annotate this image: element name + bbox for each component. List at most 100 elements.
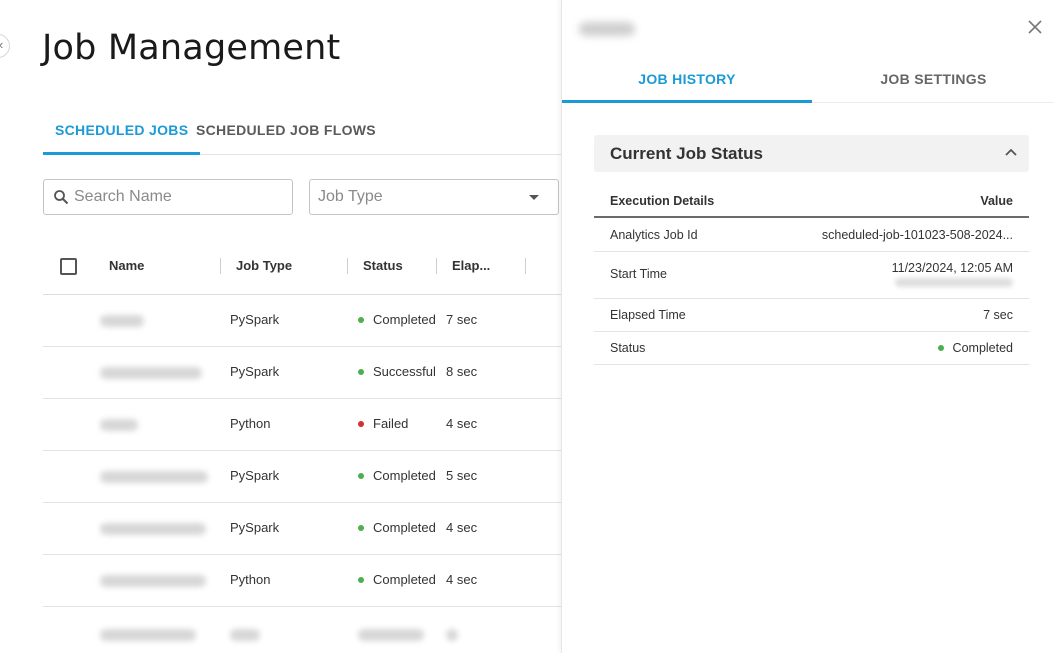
job-type-placeholder: Job Type bbox=[318, 188, 383, 205]
job-name-redacted bbox=[100, 367, 202, 379]
cell-cut-off bbox=[230, 629, 260, 641]
detail-value: Completed bbox=[952, 341, 1013, 355]
job-name-redacted bbox=[100, 523, 206, 535]
status-dot bbox=[358, 473, 364, 479]
column-header-job-type[interactable]: Job Type bbox=[236, 258, 292, 273]
detail-value-wrap: 11/23/2024, 12:05 AM bbox=[892, 261, 1013, 287]
job-name-redacted bbox=[100, 575, 206, 587]
status-cell: Completed bbox=[358, 572, 436, 587]
table-row-partial[interactable] bbox=[43, 607, 561, 641]
job-type-cell: Python bbox=[230, 572, 271, 587]
job-type-cell: PySpark bbox=[230, 468, 280, 483]
details-header-label: Execution Details bbox=[610, 194, 715, 208]
table-row[interactable]: Python Completed 4 sec bbox=[43, 555, 561, 607]
jobs-table: Name Job Type Status Elap... PySpark Com… bbox=[43, 238, 561, 641]
job-tabs: SCHEDULED JOBS SCHEDULED JOB FLOWS bbox=[43, 112, 561, 155]
details-header: Execution Details Value bbox=[594, 185, 1029, 218]
detail-row-start-time: Start Time 11/23/2024, 12:05 AM bbox=[594, 252, 1029, 299]
detail-key: Elapsed Time bbox=[610, 308, 686, 322]
elapsed-cell: 5 sec bbox=[446, 468, 478, 483]
chevron-up-icon bbox=[1005, 148, 1017, 156]
select-all-checkbox[interactable] bbox=[60, 258, 77, 275]
table-header: Name Job Type Status Elap... bbox=[43, 238, 561, 295]
page-title: Job Management bbox=[42, 28, 341, 68]
column-header-elapsed[interactable]: Elap... bbox=[452, 258, 490, 273]
status-text: Completed bbox=[373, 572, 436, 587]
column-resizer[interactable] bbox=[220, 258, 221, 274]
detail-value: scheduled-job-101023-508-2024... bbox=[821, 228, 1013, 242]
tab-job-history[interactable]: JOB HISTORY bbox=[562, 60, 812, 103]
execution-details-table: Execution Details Value Analytics Job Id… bbox=[594, 185, 1029, 365]
job-type-select[interactable]: Job Type bbox=[309, 179, 559, 215]
status-cell: Completed bbox=[358, 468, 436, 483]
detail-row-job-id: Analytics Job Id scheduled-job-101023-50… bbox=[594, 218, 1029, 252]
job-name-redacted bbox=[100, 471, 208, 483]
redacted-text bbox=[895, 278, 1013, 287]
job-type-cell: PySpark bbox=[230, 364, 280, 379]
drawer-title-redacted bbox=[579, 22, 635, 36]
cell-cut-off bbox=[358, 629, 424, 641]
column-resizer[interactable] bbox=[525, 258, 526, 274]
table-row[interactable]: Python Failed 4 sec bbox=[43, 399, 561, 451]
table-row[interactable]: PySpark Completed 7 sec bbox=[43, 295, 561, 347]
elapsed-cell: 8 sec bbox=[446, 364, 478, 379]
tab-job-settings[interactable]: JOB SETTINGS bbox=[812, 60, 1054, 103]
close-icon[interactable] bbox=[1026, 18, 1044, 36]
chevron-left-icon: ‹ bbox=[0, 37, 3, 52]
tab-scheduled-job-flows[interactable]: SCHEDULED JOB FLOWS bbox=[184, 112, 388, 155]
detail-value: 7 sec bbox=[983, 308, 1013, 322]
job-type-cell: Python bbox=[230, 416, 271, 431]
status-text: Completed bbox=[373, 312, 436, 327]
column-resizer[interactable] bbox=[436, 258, 437, 274]
drawer-body: Current Job Status Execution Details Val… bbox=[562, 104, 1054, 653]
status-dot bbox=[358, 421, 364, 427]
job-name-redacted bbox=[100, 315, 144, 327]
detail-key: Status bbox=[610, 341, 646, 355]
elapsed-cell: 4 sec bbox=[446, 520, 478, 535]
job-name-redacted bbox=[100, 629, 196, 641]
status-cell: Successful bbox=[358, 364, 436, 379]
detail-row-status: Status Completed bbox=[594, 332, 1029, 365]
column-header-status[interactable]: Status bbox=[363, 258, 403, 273]
collapse-nav-button[interactable]: ‹ bbox=[0, 34, 10, 58]
detail-row-elapsed-time: Elapsed Time 7 sec bbox=[594, 299, 1029, 332]
job-type-cell: PySpark bbox=[230, 520, 280, 535]
table-row[interactable]: PySpark Successful 8 sec bbox=[43, 347, 561, 399]
status-text: Failed bbox=[373, 416, 409, 431]
elapsed-cell: 7 sec bbox=[446, 312, 478, 327]
status-text: Completed bbox=[373, 468, 436, 483]
tab-scheduled-jobs[interactable]: SCHEDULED JOBS bbox=[43, 112, 201, 155]
search-input[interactable] bbox=[74, 180, 284, 214]
job-type-cell: PySpark bbox=[230, 312, 280, 327]
current-job-status-header[interactable]: Current Job Status bbox=[594, 135, 1029, 172]
status-dot bbox=[358, 577, 364, 583]
status-dot bbox=[358, 317, 364, 323]
column-header-name[interactable]: Name bbox=[109, 258, 144, 273]
cell-cut-off bbox=[446, 629, 458, 641]
column-resizer[interactable] bbox=[347, 258, 348, 274]
search-box bbox=[43, 179, 293, 215]
status-dot bbox=[937, 345, 944, 351]
table-row[interactable]: PySpark Completed 4 sec bbox=[43, 503, 561, 555]
search-icon bbox=[54, 190, 69, 205]
status-text: Successful bbox=[373, 364, 436, 379]
section-title: Current Job Status bbox=[610, 144, 764, 163]
elapsed-cell: 4 sec bbox=[446, 572, 478, 587]
status-dot bbox=[358, 369, 364, 375]
elapsed-cell: 4 sec bbox=[446, 416, 478, 431]
detail-key: Start Time bbox=[610, 267, 667, 281]
chevron-down-icon bbox=[529, 195, 539, 200]
detail-status-value: Completed bbox=[937, 341, 1013, 355]
job-name-redacted bbox=[100, 419, 138, 431]
drawer-tabs: JOB HISTORY JOB SETTINGS bbox=[562, 60, 1054, 103]
details-header-value: Value bbox=[980, 194, 1013, 208]
table-row[interactable]: PySpark Completed 5 sec bbox=[43, 451, 561, 503]
job-details-drawer: JOB HISTORY JOB SETTINGS Current Job Sta… bbox=[561, 0, 1054, 653]
detail-key: Analytics Job Id bbox=[610, 228, 698, 242]
status-cell: Failed bbox=[358, 416, 408, 431]
status-cell: Completed bbox=[358, 312, 436, 327]
status-cell: Completed bbox=[358, 520, 436, 535]
job-management-page: ‹ Job Management SCHEDULED JOBS SCHEDULE… bbox=[0, 0, 561, 653]
status-dot bbox=[358, 525, 364, 531]
detail-value: 11/23/2024, 12:05 AM bbox=[891, 261, 1013, 275]
